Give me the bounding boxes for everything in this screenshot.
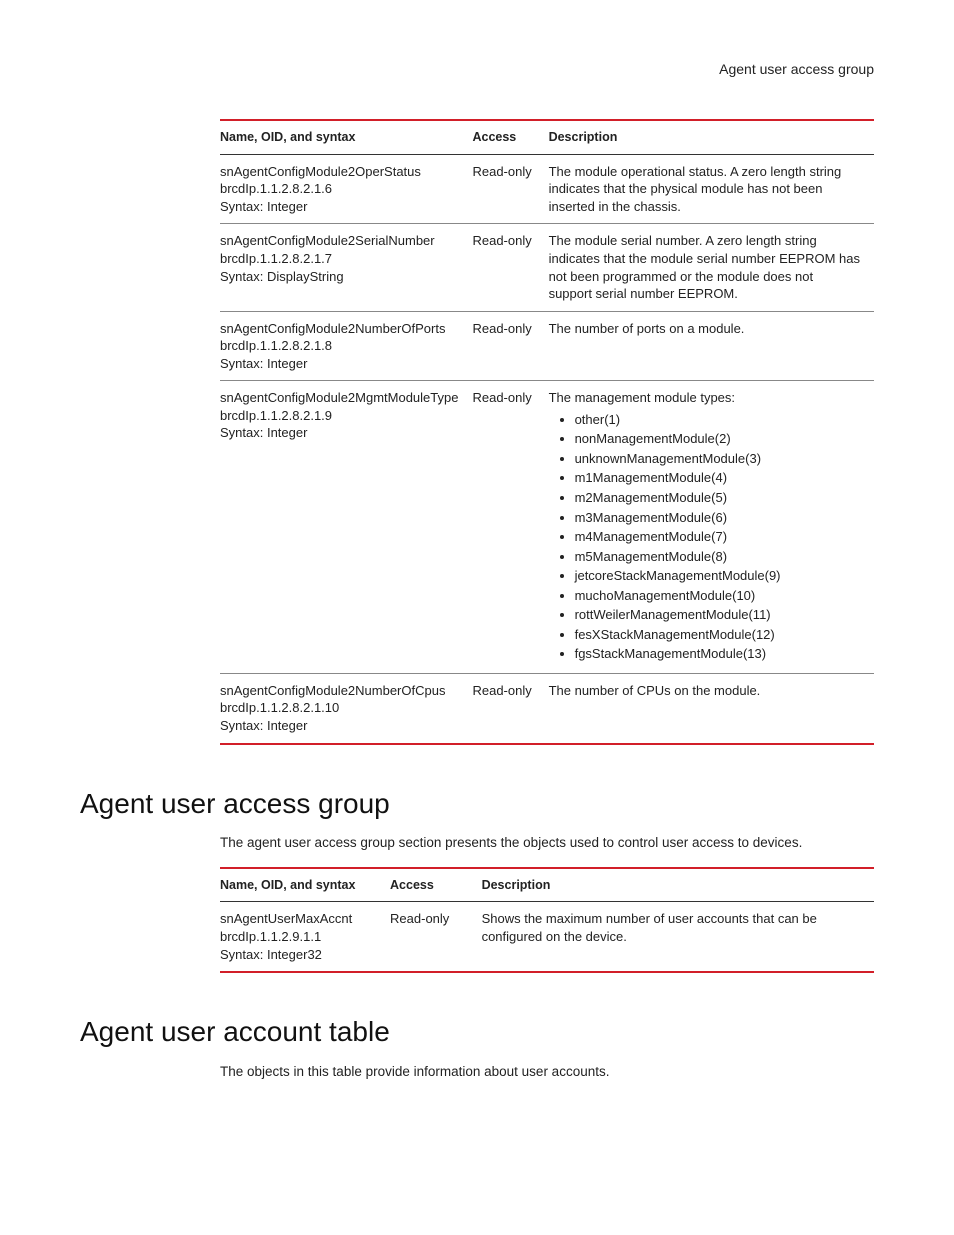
list-item: fesXStackManagementModule(12) — [575, 626, 860, 644]
section2-content: The objects in this table provide inform… — [220, 1063, 874, 1081]
list-item: fgsStackManagementModule(13) — [575, 645, 860, 663]
mib-syntax: Syntax: Integer — [220, 717, 458, 735]
mib-access: Read-only — [390, 902, 482, 972]
list-item: m5ManagementModule(8) — [575, 548, 860, 566]
module-types-list: other(1) nonManagementModule(2) unknownM… — [549, 411, 860, 663]
mib-access: Read-only — [472, 381, 548, 674]
table-row: snAgentConfigModule2MgmtModuleType brcdI… — [220, 381, 874, 674]
mib-oid: brcdIp.1.1.2.8.2.1.9 — [220, 407, 458, 425]
list-item: m3ManagementModule(6) — [575, 509, 860, 527]
th-desc: Description — [482, 868, 874, 902]
list-item: other(1) — [575, 411, 860, 429]
mib-access: Read-only — [472, 311, 548, 381]
th-access: Access — [390, 868, 482, 902]
section1-content: The agent user access group section pres… — [220, 834, 874, 973]
table-row: snAgentConfigModule2SerialNumber brcdIp.… — [220, 224, 874, 311]
mib-access: Read-only — [472, 224, 548, 311]
mib-oid: brcdIp.1.1.2.9.1.1 — [220, 928, 376, 946]
table-row: snAgentConfigModule2OperStatus brcdIp.1.… — [220, 154, 874, 224]
mib-desc: Shows the maximum number of user account… — [482, 902, 874, 972]
mib-table-1: Name, OID, and syntax Access Description… — [220, 119, 874, 745]
list-item: jetcoreStackManagementModule(9) — [575, 567, 860, 585]
table-row: snAgentUserMaxAccnt brcdIp.1.1.2.9.1.1 S… — [220, 902, 874, 972]
mib-name: snAgentConfigModule2MgmtModuleType — [220, 389, 458, 407]
mib-name: snAgentConfigModule2NumberOfPorts — [220, 320, 458, 338]
mib-name: snAgentConfigModule2NumberOfCpus — [220, 682, 458, 700]
main-content: Name, OID, and syntax Access Description… — [220, 119, 874, 745]
mib-desc: The number of CPUs on the module. — [549, 673, 874, 743]
mib-desc: The management module types: other(1) no… — [549, 381, 874, 674]
mib-syntax: Syntax: Integer — [220, 355, 458, 373]
list-item: nonManagementModule(2) — [575, 430, 860, 448]
mib-oid: brcdIp.1.1.2.8.2.1.7 — [220, 250, 458, 268]
section-heading-account-table: Agent user account table — [80, 1013, 874, 1051]
th-access: Access — [472, 120, 548, 154]
list-item: rottWeilerManagementModule(11) — [575, 606, 860, 624]
mib-syntax: Syntax: Integer — [220, 424, 458, 442]
th-name: Name, OID, and syntax — [220, 868, 390, 902]
mib-oid: brcdIp.1.1.2.8.2.1.8 — [220, 337, 458, 355]
list-item: m4ManagementModule(7) — [575, 528, 860, 546]
mib-name: snAgentConfigModule2OperStatus — [220, 163, 458, 181]
table-row: snAgentConfigModule2NumberOfPorts brcdIp… — [220, 311, 874, 381]
mib-desc: The number of ports on a module. — [549, 311, 874, 381]
mib-desc: The module serial number. A zero length … — [549, 224, 874, 311]
mib-access: Read-only — [472, 154, 548, 224]
section-heading-access-group: Agent user access group — [80, 785, 874, 823]
mib-oid: brcdIp.1.1.2.8.2.1.10 — [220, 699, 458, 717]
mib-name: snAgentConfigModule2SerialNumber — [220, 232, 458, 250]
list-item: muchoManagementModule(10) — [575, 587, 860, 605]
mib-syntax: Syntax: Integer32 — [220, 946, 376, 964]
mib-name: snAgentUserMaxAccnt — [220, 910, 376, 928]
th-desc: Description — [549, 120, 874, 154]
mib-syntax: Syntax: DisplayString — [220, 268, 458, 286]
list-item: m2ManagementModule(5) — [575, 489, 860, 507]
mib-table-2: Name, OID, and syntax Access Description… — [220, 867, 874, 974]
mib-oid: brcdIp.1.1.2.8.2.1.6 — [220, 180, 458, 198]
mib-desc: The module operational status. A zero le… — [549, 154, 874, 224]
section1-intro: The agent user access group section pres… — [220, 834, 874, 852]
mib-access: Read-only — [472, 673, 548, 743]
page-header: Agent user access group — [80, 60, 874, 79]
mib-desc-intro: The management module types: — [549, 390, 735, 405]
list-item: unknownManagementModule(3) — [575, 450, 860, 468]
section2-intro: The objects in this table provide inform… — [220, 1063, 874, 1081]
table-row: snAgentConfigModule2NumberOfCpus brcdIp.… — [220, 673, 874, 743]
list-item: m1ManagementModule(4) — [575, 469, 860, 487]
th-name: Name, OID, and syntax — [220, 120, 472, 154]
mib-syntax: Syntax: Integer — [220, 198, 458, 216]
